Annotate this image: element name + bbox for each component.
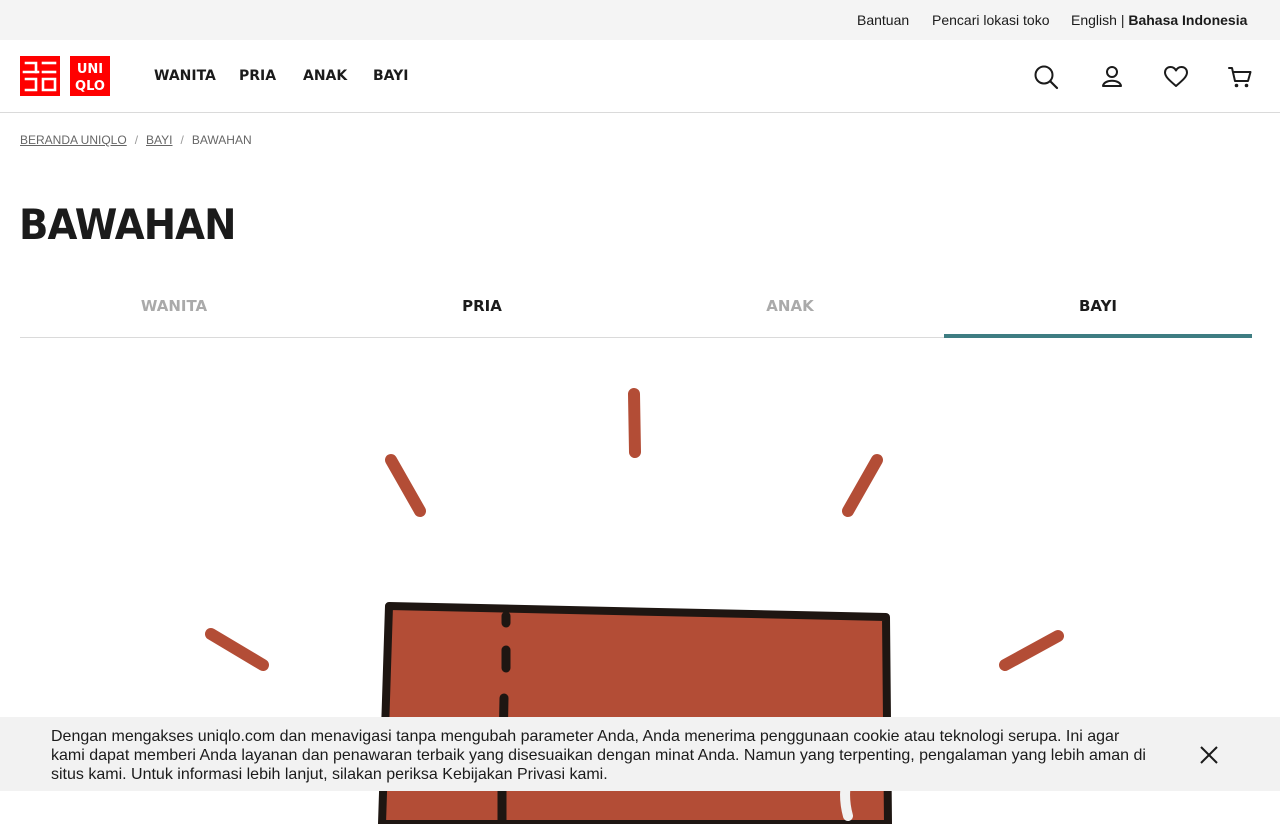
site-header: UNI QLO WANITA PRIA ANAK BAYI [0,40,1280,113]
cookie-banner: Dengan mengakses uniqlo.com dan menaviga… [0,717,1280,791]
breadcrumb-current: BAWAHAN [191,133,252,147]
nav-item-pria[interactable]: PRIA [239,68,276,84]
uniqlo-logo[interactable]: UNI QLO [20,56,110,96]
breadcrumb-home[interactable]: BERANDA UNIQLO [20,133,127,147]
lang-english[interactable]: English [1071,12,1117,28]
store-locator-link[interactable]: Pencari lokasi toko [932,12,1050,28]
category-tabs: WANITA PRIA ANAK BAYI [20,280,1252,338]
nav-item-anak[interactable]: ANAK [303,68,347,84]
nav-item-bayi[interactable]: BAYI [373,68,409,84]
tab-pria[interactable]: PRIA [328,280,636,337]
tab-bayi[interactable]: BAYI [944,280,1252,338]
page-title: BAWAHAN [19,200,236,249]
logo-qlo-text: QLO [75,79,105,94]
lang-separator: | [1120,12,1125,28]
user-icon[interactable] [1099,64,1125,90]
language-switcher[interactable]: English | Bahasa Indonesia [1071,12,1247,28]
breadcrumb-bayi[interactable]: BAYI [146,133,172,147]
nav-item-wanita[interactable]: WANITA [154,68,216,84]
heart-icon[interactable] [1163,64,1189,90]
tab-anak[interactable]: ANAK [636,280,944,337]
help-link[interactable]: Bantuan [857,12,909,28]
breadcrumb-separator: / [180,133,184,147]
logo-uni-text: UNI [77,62,103,77]
breadcrumb: BERANDA UNIQLO / BAYI / BAWAHAN [20,133,252,147]
lang-indonesian[interactable]: Bahasa Indonesia [1128,12,1247,28]
close-icon[interactable] [1197,743,1221,767]
cart-icon[interactable] [1227,64,1253,90]
cookie-message: Dengan mengakses uniqlo.com dan menaviga… [51,728,1146,783]
utility-bar: Bantuan Pencari lokasi toko English | Ba… [0,0,1280,40]
tab-wanita[interactable]: WANITA [20,280,328,337]
search-icon[interactable] [1033,64,1059,90]
breadcrumb-separator: / [134,133,139,147]
